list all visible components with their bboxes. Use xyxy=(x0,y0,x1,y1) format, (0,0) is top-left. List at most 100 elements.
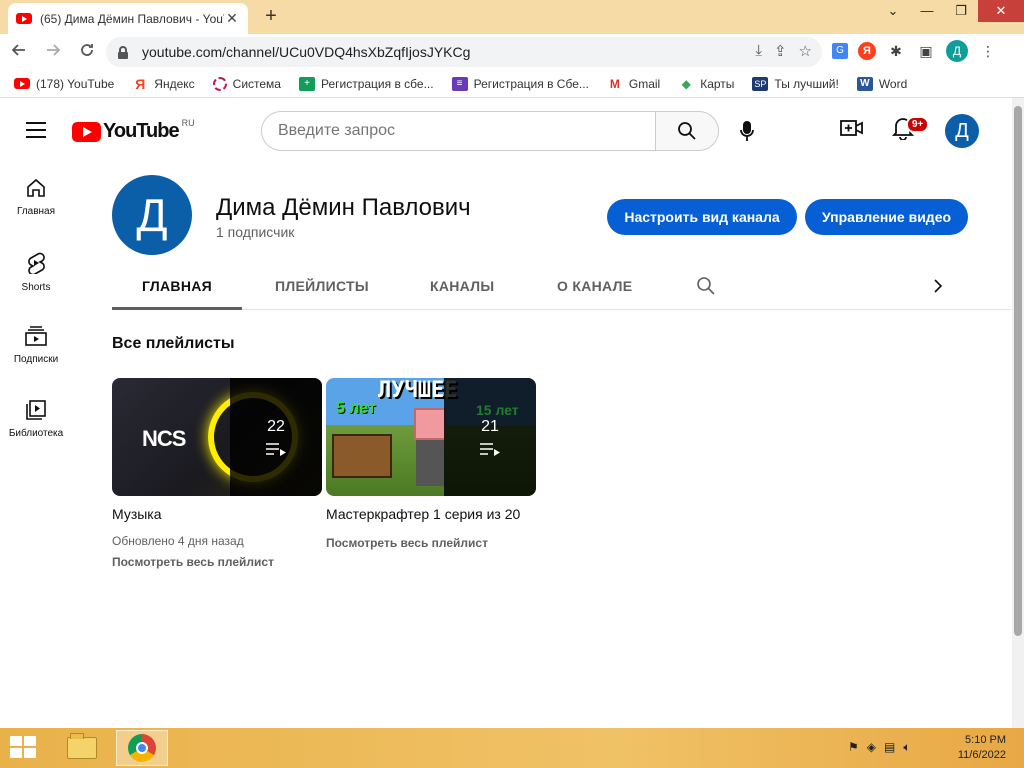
word-icon: W xyxy=(856,76,873,91)
guide-label: Подписки xyxy=(13,354,59,365)
playlist-count-overlay: 22 xyxy=(230,378,322,496)
forward-button[interactable] xyxy=(38,37,68,67)
playlist-updated: Обновлено 4 дня назад xyxy=(112,534,244,548)
bookmark-system[interactable]: Система xyxy=(212,76,281,91)
customize-channel-button[interactable]: Настроить вид канала xyxy=(607,199,797,235)
guide-item-home[interactable]: Главная xyxy=(0,164,72,238)
playlist-title[interactable]: Музыка xyxy=(112,506,322,522)
logo-wordmark: YouTube xyxy=(103,120,180,142)
sheets-icon: + xyxy=(298,76,315,91)
profile-avatar[interactable]: Д xyxy=(946,40,968,62)
chevron-right-icon xyxy=(934,279,943,293)
windows-start-icon[interactable] xyxy=(10,736,38,760)
video-count: 21 xyxy=(481,418,499,435)
youtube-logo[interactable]: YouTube RU xyxy=(72,118,195,143)
playlist-title[interactable]: Мастеркрафтер 1 серия из 20 xyxy=(326,506,536,522)
playlist-thumbnail[interactable]: NCS 22 xyxy=(112,378,322,496)
bookmark-tl[interactable]: SP Ты лучший! xyxy=(752,76,839,91)
lock-icon[interactable] xyxy=(118,46,128,59)
tab-search-chevron-icon[interactable]: ⌄ xyxy=(876,0,910,22)
subscriptions-icon xyxy=(25,326,47,346)
guide-label: Shorts xyxy=(21,282,51,293)
shorts-icon xyxy=(28,252,45,274)
guide-label: Главная xyxy=(16,206,56,217)
page-scrollbar[interactable] xyxy=(1012,98,1024,728)
search-button[interactable] xyxy=(655,111,719,151)
playlist-card[interactable]: ЛУЧШЕЕ 5 лет 21 15 лет Мастеркрафтер 1 с… xyxy=(326,378,536,550)
bookmark-forms[interactable]: ≡ Регистрация в Сбе... xyxy=(451,76,589,91)
menu-icon[interactable] xyxy=(26,122,46,138)
tab-channels[interactable]: КАНАЛЫ xyxy=(430,264,494,310)
extensions-bar: G Я ✱ ▣ Д ⋮ xyxy=(832,40,998,62)
channel-search-button[interactable] xyxy=(696,276,716,301)
playlist-play-icon xyxy=(480,443,500,456)
install-icon[interactable]: ⤓ xyxy=(755,42,762,60)
manage-videos-button[interactable]: Управление видео xyxy=(805,199,968,235)
more-vert-icon[interactable]: ⋮ xyxy=(978,41,998,61)
tab-about[interactable]: О КАНАЛЕ xyxy=(557,264,632,310)
playlist-thumbnail[interactable]: ЛУЧШЕЕ 5 лет 21 15 лет xyxy=(326,378,536,496)
system-clock[interactable]: 5:10 PM 11/6/2022 xyxy=(948,733,1006,763)
bookmark-yandex[interactable]: Я Яндекс xyxy=(132,77,194,91)
maps-icon: ◆ xyxy=(681,76,691,91)
playlist-play-icon xyxy=(266,443,286,456)
search-input[interactable] xyxy=(261,111,655,151)
view-full-playlist-link[interactable]: Посмотреть весь плейлист xyxy=(112,555,322,569)
bookmark-youtube[interactable]: (178) YouTube xyxy=(14,77,114,91)
close-window-button[interactable]: ✕ xyxy=(978,0,1024,22)
bookmark-star-icon[interactable]: ☆ xyxy=(799,42,812,60)
tab-home[interactable]: ГЛАВНАЯ xyxy=(112,264,242,310)
bookmark-word[interactable]: W Word xyxy=(856,76,907,91)
reload-button[interactable] xyxy=(72,37,102,67)
tab-playlists[interactable]: ПЛЕЙЛИСТЫ xyxy=(275,264,369,310)
create-button[interactable] xyxy=(840,118,864,143)
view-full-playlist-link[interactable]: Посмотреть весь плейлист xyxy=(326,536,536,550)
system-icon xyxy=(212,76,227,91)
puzzle-icon[interactable]: ✱ xyxy=(886,41,906,61)
guide-item-library[interactable]: Библиотека xyxy=(0,386,72,460)
omnibox[interactable]: youtube.com/channel/UCu0VDQ4hsXbZqfIjosJ… xyxy=(106,37,822,67)
back-button[interactable] xyxy=(4,37,34,67)
google-translate-icon[interactable]: G xyxy=(832,43,848,59)
bookmark-label: Яндекс xyxy=(154,76,195,91)
bookmark-gmail[interactable]: M Gmail xyxy=(607,77,660,91)
reload-icon xyxy=(81,44,93,56)
voice-search-button[interactable] xyxy=(727,111,767,151)
bookmark-label: (178) YouTube xyxy=(36,76,115,91)
volume-icon[interactable]: 🔈︎ xyxy=(903,740,910,755)
scrollbar-thumb[interactable] xyxy=(1014,106,1022,636)
minimize-button[interactable]: — xyxy=(910,0,944,22)
bookmark-label: Gmail xyxy=(628,76,661,91)
tray-app-icon[interactable]: ◈ xyxy=(867,740,876,755)
action-center-flag-icon[interactable]: ⚑ xyxy=(848,740,859,755)
thumb-right-text: 15 лет xyxy=(476,402,519,418)
taskbar-file-explorer[interactable] xyxy=(56,730,108,766)
channel-name: Дима Дёмин Павлович xyxy=(216,194,471,221)
share-icon[interactable]: ⇪ xyxy=(774,42,787,60)
search-icon xyxy=(678,122,696,140)
new-tab-button[interactable]: + xyxy=(260,5,282,27)
chrome-icon xyxy=(128,734,156,762)
side-panel-icon[interactable]: ▣ xyxy=(916,41,936,61)
tab-close-icon[interactable]: ✕ xyxy=(224,10,240,27)
arrow-left-icon xyxy=(11,44,25,56)
url-text[interactable]: youtube.com/channel/UCu0VDQ4hsXbZqfIjosJ… xyxy=(142,44,470,60)
guide-item-shorts[interactable]: Shorts xyxy=(0,238,72,312)
yandex-extension-icon[interactable]: Я xyxy=(858,42,876,60)
playlist-card[interactable]: NCS 22 Музыка Обновлено 4 дня назад Посм… xyxy=(112,378,322,569)
bookmark-sheets[interactable]: + Регистрация в сбе... xyxy=(298,76,434,91)
gmail-icon: M xyxy=(609,76,620,91)
yandex-icon: Я xyxy=(135,75,146,92)
tabs-scroll-right-button[interactable] xyxy=(932,276,944,301)
channel-avatar: Д xyxy=(112,175,192,255)
window-controls: ⌄ — ❐ ✕ xyxy=(876,0,1024,24)
video-add-icon xyxy=(840,120,863,136)
account-avatar[interactable]: Д xyxy=(945,114,979,148)
bookmark-maps[interactable]: ◆ Карты xyxy=(678,76,735,91)
playlist-count-overlay: 21 xyxy=(444,378,536,496)
restore-button[interactable]: ❐ xyxy=(944,0,978,22)
browser-tab-youtube[interactable]: (65) Дима Дёмин Павлович - YouTube ✕ xyxy=(8,3,248,34)
taskbar-chrome[interactable] xyxy=(116,730,168,766)
network-icon[interactable]: ▤ xyxy=(884,740,895,755)
guide-item-subscriptions[interactable]: Подписки xyxy=(0,312,72,386)
